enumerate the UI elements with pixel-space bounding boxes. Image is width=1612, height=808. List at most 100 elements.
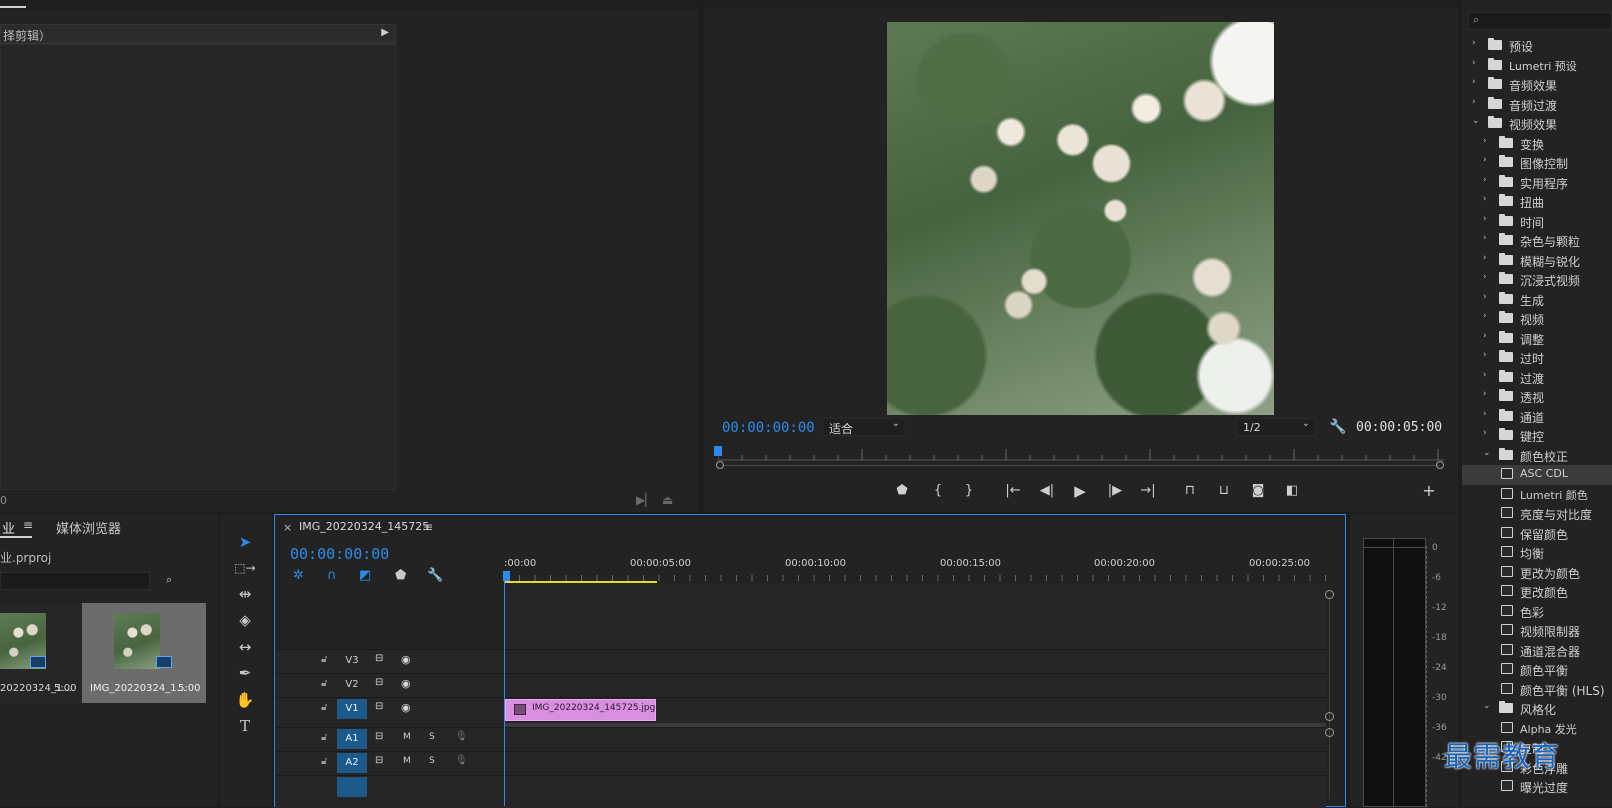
slip-tool-icon[interactable]: ↔ xyxy=(234,636,256,658)
lift-button[interactable]: ⊓ xyxy=(1179,482,1201,500)
mark-in-button[interactable]: { xyxy=(927,482,949,500)
chevron-right-icon[interactable]: › xyxy=(1483,331,1487,341)
track-select-tool-icon[interactable]: ⬚→ xyxy=(234,557,256,579)
sync-lock-icon[interactable]: ⊟ xyxy=(375,701,383,712)
panel-menu-icon[interactable]: ≡ xyxy=(423,520,433,534)
microphone-icon[interactable]: 🎙︎ xyxy=(455,755,468,766)
track-label[interactable]: A1 xyxy=(337,729,367,749)
effects-item[interactable]: 颜色平衡 (HLS) xyxy=(1462,680,1612,700)
eye-icon[interactable]: ◉ xyxy=(401,701,411,714)
chevron-right-icon[interactable]: › xyxy=(1472,38,1476,48)
chevron-right-icon[interactable]: › xyxy=(1483,370,1487,380)
track-label[interactable] xyxy=(337,777,367,797)
effects-folder[interactable]: › 视频 xyxy=(1462,309,1612,329)
linked-selection-icon[interactable]: ◩ xyxy=(359,568,371,583)
chevron-right-icon[interactable]: › xyxy=(1483,311,1487,321)
ripple-edit-tool-icon[interactable]: ⇹ xyxy=(234,583,256,605)
effects-folder[interactable]: › 通道 xyxy=(1462,407,1612,427)
comparison-view-button[interactable]: ◧ xyxy=(1281,482,1303,500)
button-editor-plus-button[interactable]: + xyxy=(1418,482,1440,500)
track-label[interactable]: A2 xyxy=(337,753,367,773)
chevron-right-icon[interactable]: › xyxy=(1472,58,1476,68)
chevron-down-icon[interactable]: ⌄ xyxy=(1483,448,1491,458)
timeline-vertical-scrollbar[interactable] xyxy=(1329,599,1330,799)
effects-item[interactable]: 颜色平衡 xyxy=(1462,660,1612,680)
panel-menu-icon[interactable]: ≡ xyxy=(23,518,33,532)
scrollbar-left-handle[interactable] xyxy=(716,461,724,469)
export-frame-camera-icon[interactable]: ◙ xyxy=(1247,482,1269,500)
effects-folder[interactable]: ⌄ 颜色校正 xyxy=(1462,446,1612,466)
effects-folder[interactable]: › 变换 xyxy=(1462,134,1612,154)
mute-button[interactable]: M xyxy=(403,756,411,766)
insert-icon[interactable]: ▶▏ xyxy=(636,493,654,507)
project-search-input[interactable] xyxy=(0,572,150,590)
play-button[interactable]: ▶ xyxy=(1069,482,1091,500)
track-a3[interactable] xyxy=(275,775,1327,798)
add-marker-button[interactable]: ⬟ xyxy=(891,482,913,500)
effects-item[interactable]: 保留颜色 xyxy=(1462,524,1612,544)
effects-folder[interactable]: › 调整 xyxy=(1462,329,1612,349)
sequence-tab-title[interactable]: IMG_20220324_145725 xyxy=(299,520,429,533)
chevron-right-icon[interactable]: › xyxy=(1472,77,1476,87)
effects-folder[interactable]: › 音频过渡 xyxy=(1462,95,1612,115)
microphone-icon[interactable]: 🎙︎ xyxy=(455,731,468,742)
selection-tool-icon[interactable]: ➤ xyxy=(234,531,256,553)
timeline-settings-wrench-icon[interactable]: 🔧 xyxy=(427,568,443,583)
track-a1[interactable]: 🔓︎ A1 ⊟ M S 🎙︎ xyxy=(275,727,1327,750)
effects-folder[interactable]: › 过时 xyxy=(1462,348,1612,368)
project-item[interactable]: 20220324_1... 5:00 xyxy=(0,603,80,703)
eye-icon[interactable]: ◉ xyxy=(401,677,411,690)
effects-folder[interactable]: › 扭曲 xyxy=(1462,192,1612,212)
effects-item[interactable]: 更改颜色 xyxy=(1462,582,1612,602)
effects-item[interactable]: 通道混合器 xyxy=(1462,641,1612,661)
track-a2[interactable]: 🔓︎ A2 ⊟ M S 🎙︎ xyxy=(275,751,1327,774)
timeline-ruler[interactable]: :00:00 00:00:05:00 00:00:10:00 00:00:15:… xyxy=(504,553,1330,583)
chevron-right-icon[interactable]: › xyxy=(1483,194,1487,204)
program-current-timecode[interactable]: 00:00:00:00 xyxy=(722,420,815,436)
lock-icon[interactable]: 🔓︎ xyxy=(321,702,327,713)
chevron-right-icon[interactable]: › xyxy=(1483,292,1487,302)
timeline-timecode[interactable]: 00:00:00:00 xyxy=(290,545,389,563)
new-search-bin-icon[interactable]: ⌕ xyxy=(166,573,172,587)
scrollbar-handle[interactable] xyxy=(1325,728,1334,737)
track-v1[interactable]: 🔓︎ V1 ⊟ ◉ xyxy=(275,697,1327,720)
sync-lock-icon[interactable]: ⊟ xyxy=(375,653,383,664)
go-to-in-button[interactable]: |← xyxy=(1002,482,1024,500)
effects-item[interactable]: ASC CDL xyxy=(1462,465,1612,485)
effects-folder[interactable]: › 生成 xyxy=(1462,290,1612,310)
sync-lock-icon[interactable]: ⊟ xyxy=(375,677,383,688)
lock-icon[interactable]: 🔓︎ xyxy=(321,678,327,689)
go-to-out-button[interactable]: →| xyxy=(1137,482,1159,500)
tab-media-browser[interactable]: 媒体浏览器 xyxy=(56,518,121,537)
hand-tool-icon[interactable]: ✋ xyxy=(234,689,256,711)
snap-magnet-icon[interactable]: ∩ xyxy=(327,568,337,583)
eye-icon[interactable]: ◉ xyxy=(401,653,411,666)
zoom-fit-dropdown[interactable]: 适合 ⌄ xyxy=(822,418,906,436)
mark-out-button[interactable]: } xyxy=(958,482,980,500)
track-label[interactable]: V1 xyxy=(337,699,367,719)
chevron-right-icon[interactable]: › xyxy=(1483,428,1487,438)
extract-button[interactable]: ⊔ xyxy=(1213,482,1235,500)
effects-folder[interactable]: › 模糊与锐化 xyxy=(1462,251,1612,271)
effects-folder[interactable]: › Lumetri 预设 xyxy=(1462,56,1612,76)
effects-item[interactable]: 色彩 xyxy=(1462,602,1612,622)
chevron-right-icon[interactable]: › xyxy=(1483,136,1487,146)
track-v3[interactable]: 🔓︎ V3 ⊟ ◉ xyxy=(275,649,1327,672)
settings-wrench-icon[interactable]: 🔧 xyxy=(1329,419,1346,435)
chevron-right-icon[interactable]: › xyxy=(1483,272,1487,282)
expand-arrow-icon[interactable]: ▶ xyxy=(381,27,389,38)
mute-button[interactable]: M xyxy=(403,732,411,742)
chevron-right-icon[interactable]: › xyxy=(1483,233,1487,243)
add-marker-icon[interactable]: ⬟ xyxy=(395,568,406,583)
chevron-down-icon[interactable]: ⌄ xyxy=(1472,116,1480,126)
effects-folder[interactable]: ⌄ 风格化 xyxy=(1462,699,1612,719)
razor-tool-icon[interactable]: ◈ xyxy=(234,609,256,631)
chevron-right-icon[interactable]: › xyxy=(1483,253,1487,263)
effects-folder[interactable]: › 键控 xyxy=(1462,426,1612,446)
effects-folder[interactable]: › 音频效果 xyxy=(1462,75,1612,95)
effects-folder[interactable]: › 杂色与颗粒 xyxy=(1462,231,1612,251)
nest-sequence-icon[interactable]: ✲ xyxy=(293,568,304,583)
timeline-clip[interactable]: IMG_20220324_145725.jpg xyxy=(505,699,656,721)
track-label[interactable]: V3 xyxy=(337,651,367,671)
chevron-right-icon[interactable]: › xyxy=(1483,409,1487,419)
